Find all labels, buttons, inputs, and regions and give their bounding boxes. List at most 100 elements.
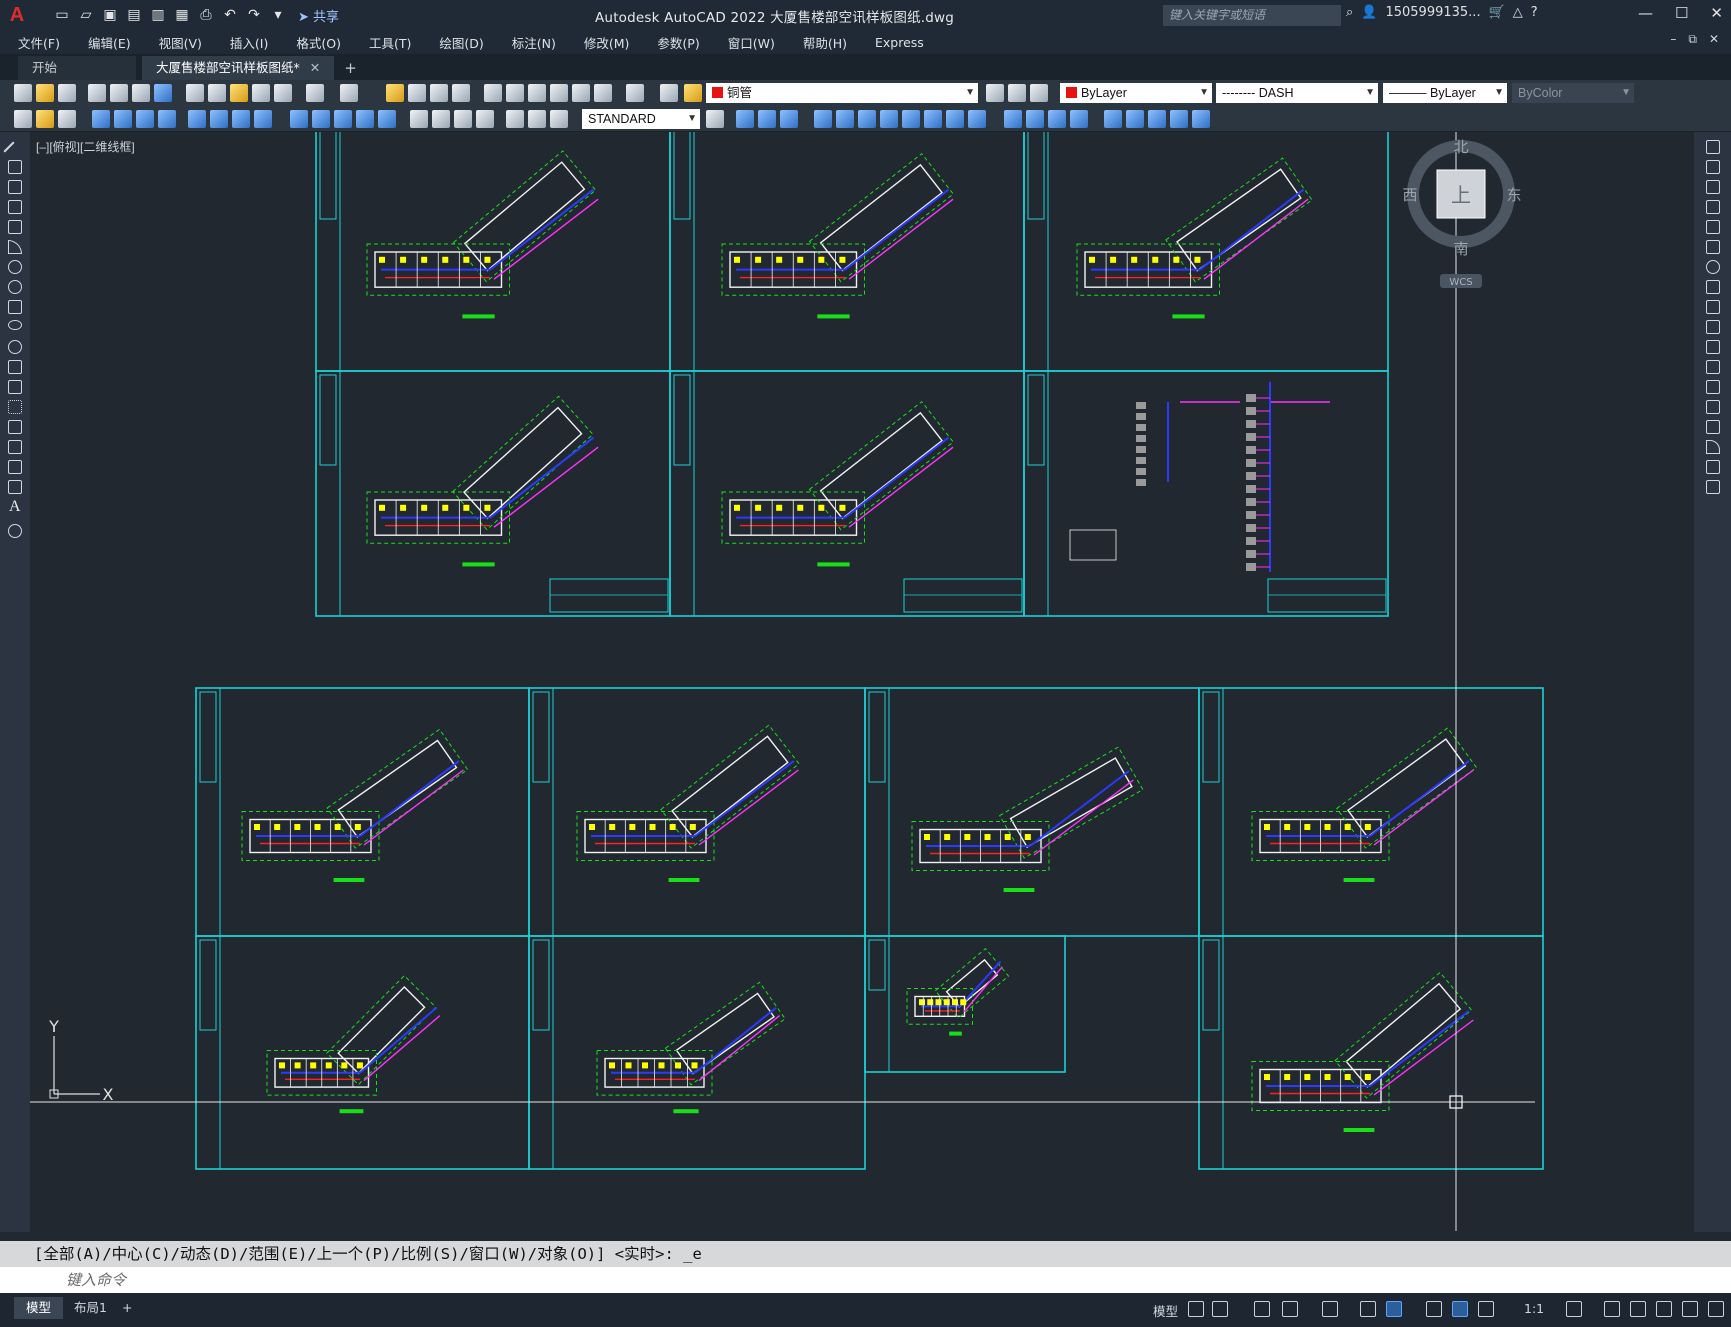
fillet-icon[interactable] [1070, 110, 1088, 128]
autocad-logo-icon[interactable]: A [4, 2, 30, 28]
ortho-icon[interactable] [1254, 1301, 1270, 1317]
dimension-style-icon[interactable] [706, 110, 724, 128]
erase-icon[interactable] [736, 110, 754, 128]
autodesk-a360-icon[interactable]: △ [1513, 5, 1523, 20]
radius-dimension-icon[interactable] [188, 110, 206, 128]
inspection-icon[interactable] [454, 110, 472, 128]
minimize-button[interactable]: — [1638, 4, 1653, 22]
save-icon[interactable] [58, 84, 76, 102]
open-file-icon[interactable]: ▱ [76, 5, 96, 25]
doc-close-button[interactable]: ✕ [1709, 32, 1719, 47]
plot-icon[interactable]: ⎙ [196, 5, 216, 25]
mirror-icon[interactable] [780, 110, 798, 128]
array-icon[interactable] [836, 110, 854, 128]
tab-drawing[interactable]: 大厦售楼部空讯样板图纸* ✕ [142, 56, 335, 80]
add-layout-button[interactable]: + [118, 1297, 136, 1319]
sheet-set-icon[interactable] [550, 84, 568, 102]
zoom-realtime-icon[interactable] [408, 84, 426, 102]
clean-screen-icon[interactable] [1682, 1301, 1698, 1317]
help-icon[interactable]: ? [1531, 5, 1538, 20]
erase-icon[interactable] [1706, 140, 1720, 154]
explode-icon[interactable] [1706, 480, 1720, 494]
share-button[interactable]: ➤ 共享 [298, 6, 339, 25]
cut-icon[interactable] [186, 84, 204, 102]
menu-window[interactable]: 窗口(W) [728, 33, 775, 52]
explode-icon[interactable] [1104, 110, 1122, 128]
trim-icon[interactable] [1706, 320, 1720, 334]
maximize-button[interactable]: ☐ [1675, 4, 1688, 22]
hardware-acceleration-icon[interactable] [1656, 1301, 1672, 1317]
undo-icon[interactable]: ↶ [220, 5, 240, 25]
save-icon[interactable]: ▣ [100, 5, 120, 25]
polyline-icon[interactable] [8, 180, 22, 194]
construction-line-icon[interactable] [8, 160, 22, 174]
match-properties-icon[interactable] [252, 84, 270, 102]
aligned-dimension-icon[interactable] [114, 110, 132, 128]
color-dropdown[interactable]: ByLayer ▼ [1060, 83, 1212, 103]
web-mobile-icon[interactable]: ▥ [148, 5, 168, 25]
tab-model[interactable]: 模型 [14, 1297, 64, 1319]
circle-icon[interactable] [8, 260, 22, 274]
tab-close-icon[interactable]: ✕ [310, 60, 320, 75]
viewport-controls-label[interactable]: [–][俯视][二维线框] [36, 138, 135, 155]
polygon-icon[interactable] [8, 200, 22, 214]
jogged-dimension-icon[interactable] [210, 110, 228, 128]
design-center-icon[interactable] [506, 84, 524, 102]
auto-scale-icon[interactable] [1478, 1301, 1494, 1317]
model-space-label[interactable]: 模型 [1153, 1301, 1178, 1320]
menu-dimension[interactable]: 标注(N) [512, 33, 556, 52]
close-button[interactable]: ✕ [1710, 4, 1723, 22]
undo-icon[interactable] [306, 84, 324, 102]
grid-icon[interactable] [1188, 1301, 1204, 1317]
join-icon[interactable] [1026, 110, 1044, 128]
ellipse-icon[interactable] [8, 320, 22, 330]
menu-file[interactable]: 文件(F) [18, 33, 60, 52]
menu-format[interactable]: 格式(O) [296, 33, 341, 52]
edit-text-icon[interactable] [1192, 110, 1210, 128]
make-block-icon[interactable] [8, 380, 22, 394]
drawing-canvas[interactable]: 上 北南 西 东 WCS Y X [30, 132, 1694, 1231]
dimension-text-edit-icon[interactable] [528, 110, 546, 128]
layer-states-icon[interactable] [1030, 84, 1048, 102]
dimension-update-icon[interactable] [550, 110, 568, 128]
continue-dimension-icon[interactable] [334, 110, 352, 128]
insert-block-icon[interactable] [8, 360, 22, 374]
markup-icon[interactable] [572, 84, 590, 102]
menu-view[interactable]: 视图(V) [159, 33, 202, 52]
calculator-icon[interactable] [594, 84, 612, 102]
paste-icon[interactable] [230, 84, 248, 102]
rotate-icon[interactable] [1706, 260, 1720, 274]
publish-icon[interactable]: ▦ [172, 5, 192, 25]
user-icon[interactable]: 👤 [1361, 5, 1377, 20]
arc-icon[interactable] [8, 240, 22, 254]
menu-help[interactable]: 帮助(H) [803, 33, 847, 52]
plot-icon[interactable] [88, 84, 106, 102]
menu-tools[interactable]: 工具(T) [369, 33, 411, 52]
publish-icon[interactable] [132, 84, 150, 102]
doc-minimize-button[interactable]: – [1670, 32, 1676, 47]
line-icon[interactable] [3, 141, 15, 153]
workspace-gear-icon[interactable] [1566, 1301, 1582, 1317]
lineweight-dropdown[interactable]: ——— ByLayer ▼ [1383, 83, 1507, 103]
move-icon[interactable] [1706, 240, 1720, 254]
isolate-objects-icon[interactable] [1630, 1301, 1646, 1317]
edit-hatch-icon[interactable] [1170, 110, 1188, 128]
annotation-monitor-icon[interactable] [1604, 1301, 1620, 1317]
annotation-visibility-icon[interactable] [1452, 1301, 1468, 1317]
open-icon[interactable] [36, 84, 54, 102]
qnew-icon[interactable] [14, 84, 32, 102]
group-icon[interactable] [36, 110, 54, 128]
customize-dropdown-icon[interactable]: ▾ [268, 5, 288, 25]
offset-icon[interactable] [814, 110, 832, 128]
extend-icon[interactable] [968, 110, 986, 128]
cart-icon[interactable]: 🛒 [1489, 5, 1505, 20]
diameter-dimension-icon[interactable] [232, 110, 250, 128]
ellipse-arc-icon[interactable] [8, 340, 22, 354]
isolate-icon[interactable] [58, 110, 76, 128]
menu-edit[interactable]: 编辑(E) [88, 33, 131, 52]
search-icon[interactable]: ⌕ [1346, 5, 1353, 20]
redo-icon[interactable] [340, 84, 358, 102]
draw-order-icon[interactable] [14, 110, 32, 128]
chamfer-icon[interactable] [1048, 110, 1066, 128]
chamfer-icon[interactable] [1706, 420, 1720, 434]
